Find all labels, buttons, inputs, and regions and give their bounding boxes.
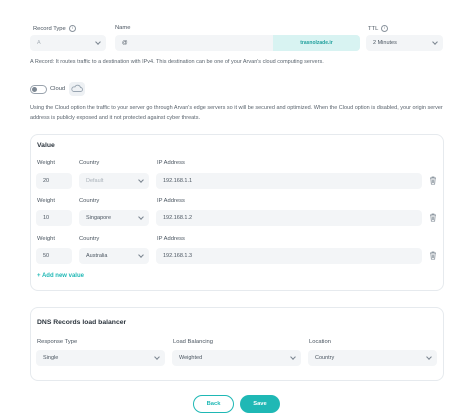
info-icon[interactable]: i: [381, 25, 389, 32]
ttl-value: 2 Minutes: [373, 40, 397, 46]
country-label: Country: [79, 198, 100, 204]
domain-suffix: trasnolzade.ir: [273, 35, 360, 51]
chevron-down-icon: [138, 214, 144, 220]
toggle-knob: [32, 87, 37, 92]
back-button[interactable]: Back: [193, 395, 234, 413]
record-type-label: Record Type i: [33, 25, 76, 32]
trash-icon[interactable]: [429, 176, 437, 185]
response-type-label: Response Type: [37, 339, 78, 345]
weight-input[interactable]: 10: [36, 210, 72, 226]
weight-input[interactable]: 20: [36, 173, 72, 189]
response-type-select[interactable]: Single: [36, 350, 165, 366]
weight-input[interactable]: 50: [36, 248, 72, 264]
load-balancer-title: DNS Records load balancer: [37, 319, 127, 326]
chevron-down-icon: [154, 354, 160, 360]
chevron-down-icon: [432, 39, 438, 45]
weight-label: Weight: [37, 160, 55, 166]
load-balancing-label: Load Balancing: [173, 339, 213, 345]
record-type-select[interactable]: A: [30, 35, 106, 51]
country-select[interactable]: Singapore: [79, 210, 149, 226]
add-value-button[interactable]: + Add new value: [37, 273, 84, 279]
cloud-toggle[interactable]: [30, 85, 47, 94]
chevron-down-icon: [95, 39, 101, 45]
weight-label: Weight: [37, 198, 55, 204]
weight-label: Weight: [37, 236, 55, 242]
ip-input[interactable]: 192.168.1.3: [156, 248, 422, 264]
ip-input[interactable]: 192.168.1.2: [156, 210, 422, 226]
chevron-down-icon: [138, 252, 144, 258]
ttl-label: TTL i: [368, 25, 389, 32]
record-type-value: A: [37, 40, 41, 46]
name-value: @: [122, 40, 128, 46]
cloud-description: Using the Cloud option the traffic to yo…: [30, 105, 443, 121]
location-select[interactable]: Country: [308, 350, 437, 366]
info-icon[interactable]: i: [68, 25, 76, 32]
country-select[interactable]: Australia: [79, 248, 149, 264]
trash-icon[interactable]: [429, 251, 437, 260]
cloud-icon[interactable]: [69, 82, 85, 96]
save-button[interactable]: Save: [240, 395, 280, 413]
name-label: Name: [115, 25, 131, 31]
chevron-down-icon: [138, 177, 144, 183]
value-title: Value: [37, 142, 55, 149]
country-label: Country: [79, 160, 100, 166]
cloud-label: Cloud: [50, 86, 66, 92]
country-label: Country: [79, 236, 100, 242]
ttl-select[interactable]: 2 Minutes: [366, 35, 443, 51]
trash-icon[interactable]: [429, 213, 437, 222]
load-balancing-select[interactable]: Weighted: [172, 350, 301, 366]
chevron-down-icon: [426, 354, 432, 360]
ip-label: IP Address: [157, 198, 185, 204]
chevron-down-icon: [290, 354, 296, 360]
name-input[interactable]: @ trasnolzade.ir: [115, 35, 360, 51]
ip-label: IP Address: [157, 160, 185, 166]
country-select[interactable]: Default: [79, 173, 149, 189]
ip-input[interactable]: 192.168.1.1: [156, 173, 422, 189]
ip-label: IP Address: [157, 236, 185, 242]
location-label: Location: [309, 339, 331, 345]
record-description: A Record: It routes traffic to a destina…: [30, 59, 324, 65]
